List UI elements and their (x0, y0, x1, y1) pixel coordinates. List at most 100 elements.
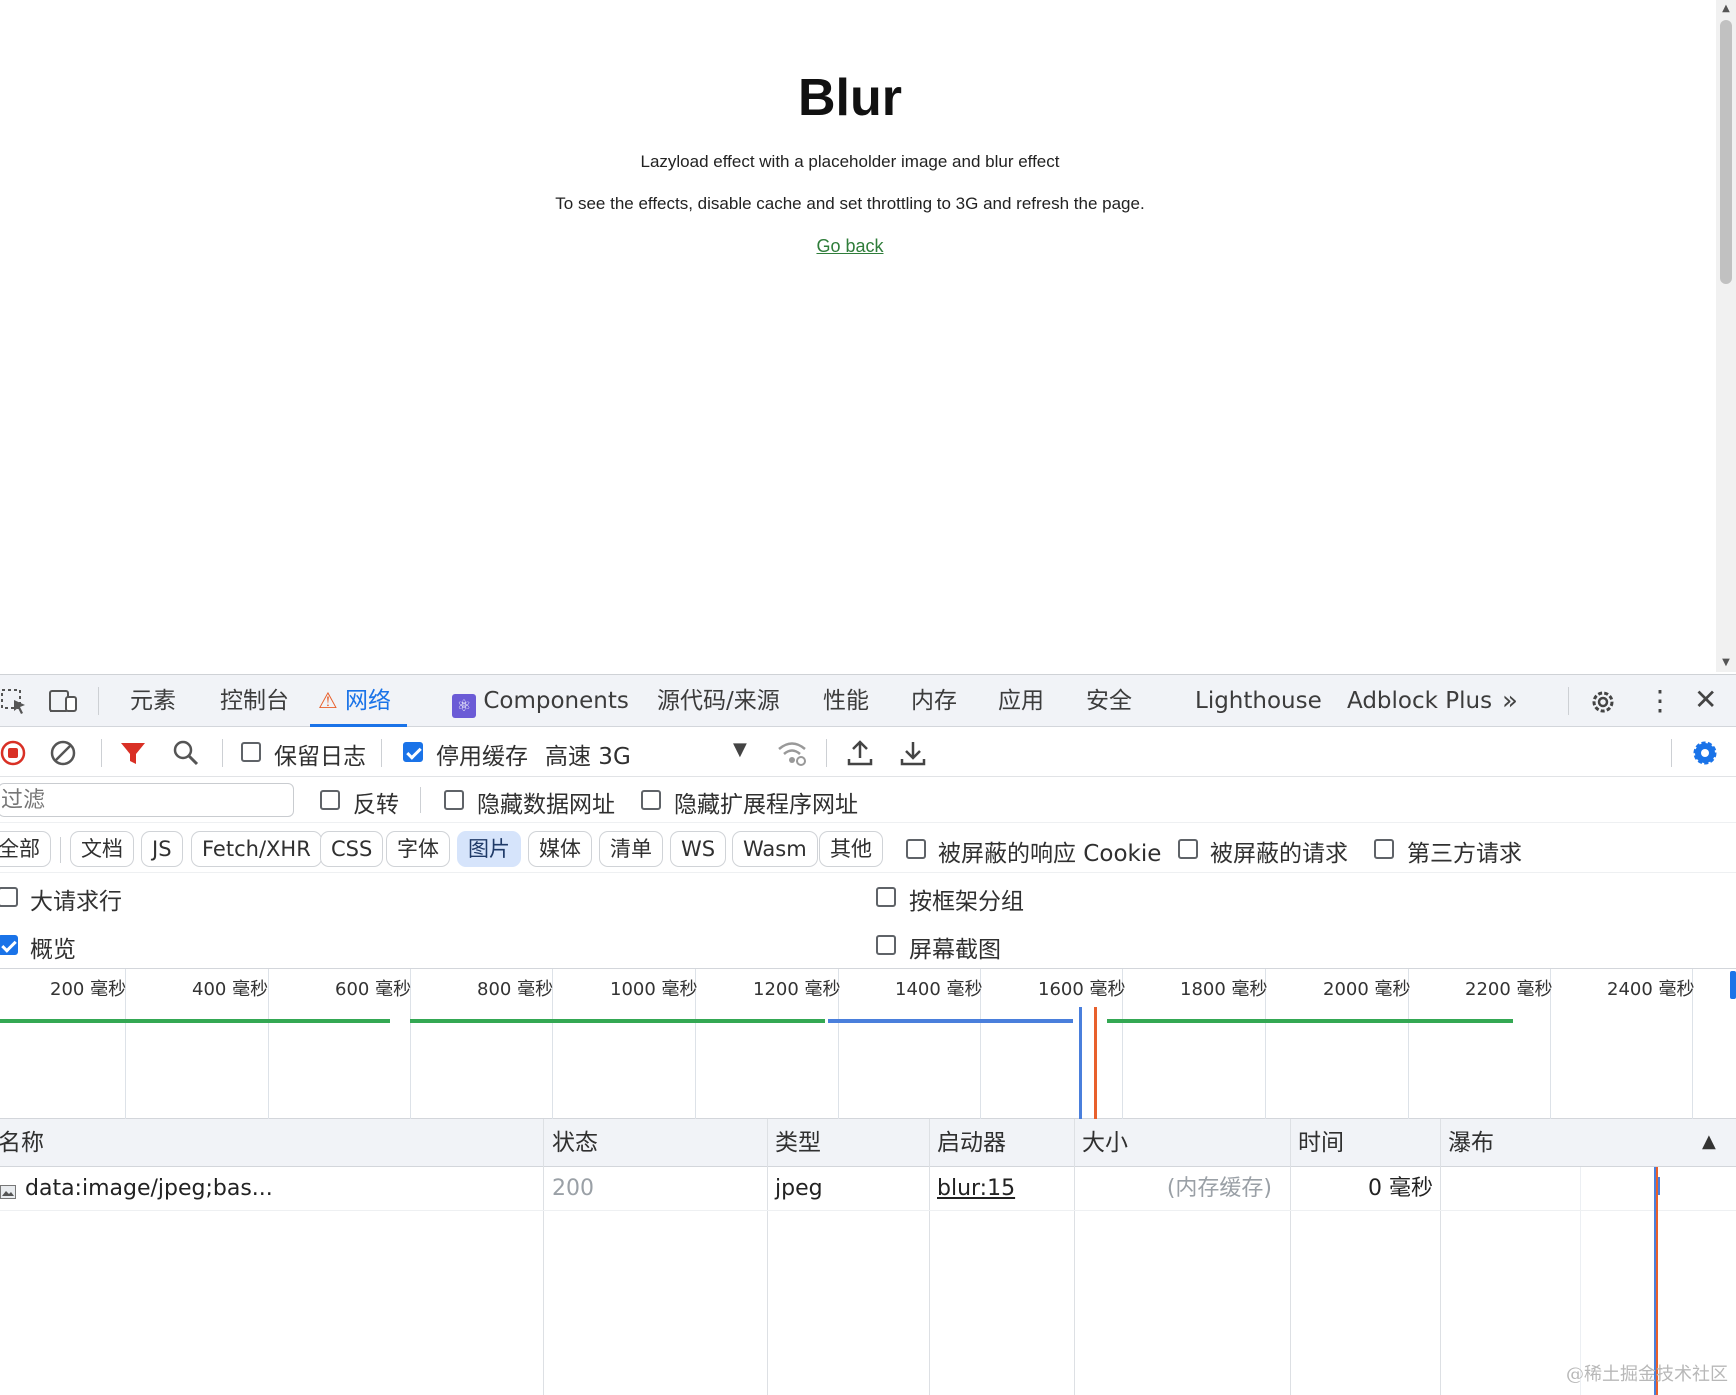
timeline-tick-label: 400 毫秒 (192, 979, 269, 1000)
filter-funnel-icon[interactable] (119, 739, 147, 773)
blocked-requests-checkbox[interactable] (1178, 839, 1198, 859)
overview-checkbox[interactable] (0, 935, 18, 955)
throttling-value: 高速 3G (545, 744, 631, 770)
column-status[interactable]: 状态 (552, 1119, 598, 1167)
screenshots-checkbox[interactable] (876, 935, 896, 955)
column-name[interactable]: 名称 (0, 1119, 44, 1167)
invert-checkbox[interactable] (320, 790, 340, 810)
tab-adblock-plus[interactable]: Adblock Plus (1347, 675, 1492, 727)
row-initiator-link[interactable]: blur:15 (937, 1167, 1015, 1211)
hide-extension-urls-label: 隐藏扩展程序网址 (674, 792, 858, 818)
watermark: @稀土掘金技术社区 (1566, 1364, 1728, 1385)
type-filter-js[interactable]: JS (141, 831, 183, 867)
filter-row: 反转 隐藏数据网址 隐藏扩展程序网址 (0, 777, 1736, 823)
timeline-tick-label: 1800 毫秒 (1180, 979, 1268, 1000)
row-name[interactable]: data:image/jpeg;bas... (25, 1167, 273, 1211)
chevron-down-icon: ▼ (733, 739, 747, 760)
type-filter-media[interactable]: 媒体 (528, 831, 592, 867)
type-filter-css[interactable]: CSS (320, 831, 384, 867)
scroll-down-arrow-icon[interactable]: ▼ (1716, 654, 1736, 672)
tab-elements[interactable]: 元素 (130, 675, 176, 727)
warning-icon: ⚠ (318, 689, 338, 714)
type-filter-doc[interactable]: 文档 (70, 831, 134, 867)
network-conditions-icon[interactable] (776, 739, 808, 773)
column-size[interactable]: 大小 (1082, 1119, 1128, 1167)
page-scrollbar[interactable]: ▲ ▼ (1716, 0, 1736, 672)
timeline-tick-label: 2200 毫秒 (1465, 979, 1553, 1000)
overview-handle[interactable] (1730, 971, 1736, 999)
column-initiator[interactable]: 启动器 (937, 1119, 1006, 1167)
column-waterfall[interactable]: 瀑布 (1448, 1119, 1494, 1167)
throttling-select[interactable]: 高速 3G ▼ (545, 727, 755, 777)
devtools-tabbar: 元素 控制台 ⚠ 网络 ⚛ Components 源代码/来源 性能 内存 应用… (0, 675, 1736, 727)
network-toolbar: 保留日志 停用缓存 高速 3G ▼ (0, 727, 1736, 777)
preserve-log-checkbox[interactable] (241, 742, 261, 762)
disable-cache-checkbox[interactable] (403, 742, 423, 762)
timeline-tick-label: 1200 毫秒 (753, 979, 841, 1000)
tab-application[interactable]: 应用 (998, 675, 1044, 727)
tab-components-label: Components (483, 688, 629, 714)
overview-timeline[interactable]: 200 毫秒 400 毫秒 600 毫秒 800 毫秒 1000 毫秒 1200… (0, 969, 1736, 1119)
network-settings-gear-icon[interactable] (1690, 738, 1720, 774)
column-divider (1440, 1119, 1441, 1395)
tab-performance[interactable]: 性能 (823, 675, 869, 727)
stop-recording-icon[interactable] (0, 739, 28, 773)
timeline-tick-label: 1000 毫秒 (610, 979, 698, 1000)
options-row-1: 大请求行 按框架分组 (0, 873, 1736, 921)
settings-gear-icon[interactable] (1588, 687, 1618, 723)
type-filter-manifest[interactable]: 清单 (599, 831, 663, 867)
column-type[interactable]: 类型 (775, 1119, 821, 1167)
group-by-frame-checkbox[interactable] (876, 887, 896, 907)
blocked-cookies-checkbox[interactable] (906, 839, 926, 859)
third-party-requests-checkbox[interactable] (1374, 839, 1394, 859)
import-har-icon[interactable] (846, 739, 874, 773)
scrollbar-thumb[interactable] (1720, 20, 1732, 284)
more-tabs-icon[interactable]: » (1502, 675, 1518, 727)
table-row[interactable]: data:image/jpeg;bas... 200 jpeg blur:15 … (0, 1167, 1736, 1211)
type-filter-all[interactable]: 全部 (0, 831, 51, 867)
tab-security[interactable]: 安全 (1086, 675, 1132, 727)
timeline-tick-label: 2400 毫秒 (1607, 979, 1695, 1000)
big-request-rows-checkbox[interactable] (0, 887, 18, 907)
device-toolbar-icon[interactable] (48, 687, 80, 721)
hide-data-urls-label: 隐藏数据网址 (477, 792, 615, 818)
hide-extension-urls-checkbox[interactable] (641, 790, 661, 810)
clear-icon[interactable] (49, 739, 77, 773)
export-har-icon[interactable] (899, 739, 927, 773)
invert-label: 反转 (353, 792, 399, 818)
inspect-element-icon[interactable] (0, 687, 28, 721)
go-back-link[interactable]: Go back (816, 236, 883, 256)
tab-console[interactable]: 控制台 (220, 675, 289, 727)
preserve-log-label: 保留日志 (274, 744, 366, 770)
timeline-tick-label: 600 毫秒 (335, 979, 412, 1000)
column-divider (543, 1119, 544, 1395)
search-icon[interactable] (172, 739, 200, 773)
column-divider (1290, 1119, 1291, 1395)
tab-components[interactable]: ⚛ Components (452, 675, 629, 727)
tab-network[interactable]: ⚠ 网络 (310, 675, 408, 727)
type-filter-wasm[interactable]: Wasm (732, 831, 818, 867)
column-divider (929, 1119, 930, 1395)
more-options-icon[interactable]: ⋮ (1646, 685, 1674, 717)
type-filter-other[interactable]: 其他 (819, 831, 883, 867)
load-event-marker (1094, 1007, 1097, 1119)
go-back-link-wrap: Go back (0, 236, 1700, 257)
tab-sources[interactable]: 源代码/来源 (657, 675, 780, 727)
close-devtools-icon[interactable]: ✕ (1694, 683, 1717, 717)
page-viewport: Blur Lazyload effect with a placeholder … (0, 0, 1736, 672)
type-filter-font[interactable]: 字体 (386, 831, 450, 867)
third-party-requests-label: 第三方请求 (1407, 841, 1522, 867)
sort-ascending-icon[interactable]: ▲ (1702, 1131, 1716, 1152)
scroll-up-arrow-icon[interactable]: ▲ (1716, 0, 1736, 18)
overview-bar-green (0, 1019, 390, 1023)
row-type: jpeg (775, 1176, 823, 1201)
type-filter-img[interactable]: 图片 (457, 831, 521, 867)
type-filter-ws[interactable]: WS (670, 831, 727, 867)
hide-data-urls-checkbox[interactable] (444, 790, 464, 810)
filter-input[interactable] (0, 783, 294, 817)
tab-lighthouse[interactable]: Lighthouse (1195, 675, 1322, 727)
column-time[interactable]: 时间 (1298, 1119, 1344, 1167)
tab-memory[interactable]: 内存 (911, 675, 957, 727)
type-filter-fetch-xhr[interactable]: Fetch/XHR (191, 831, 322, 867)
screenshots-label: 屏幕截图 (909, 937, 1001, 963)
